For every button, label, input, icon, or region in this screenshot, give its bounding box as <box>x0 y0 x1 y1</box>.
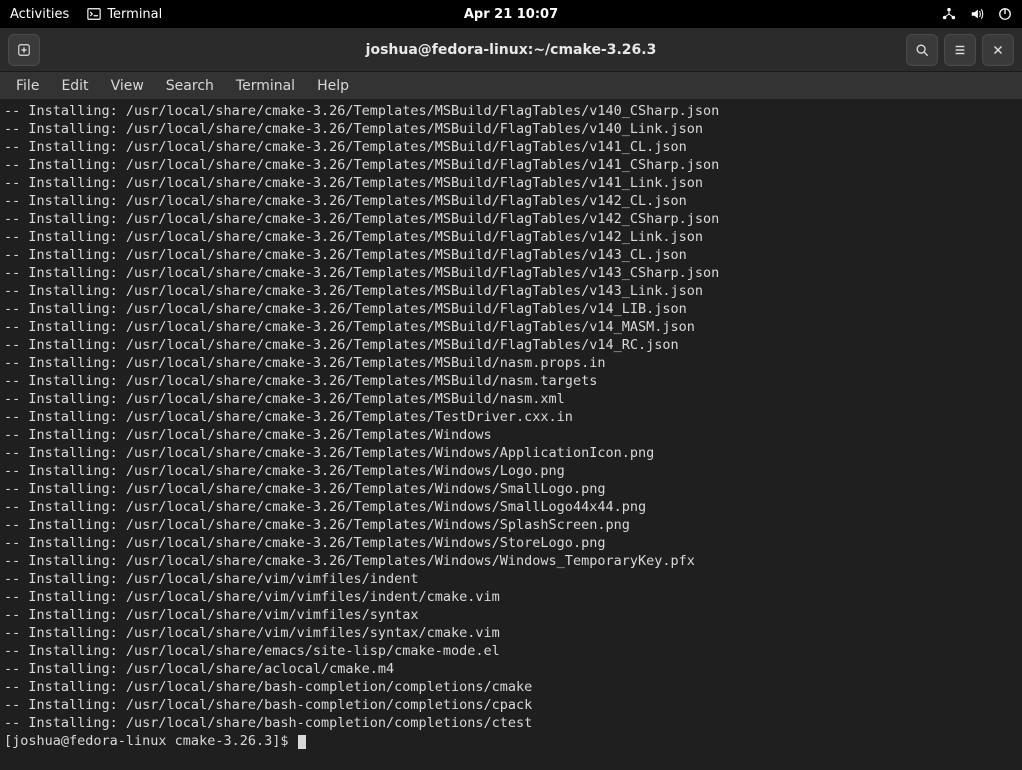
terminal-output-line: -- Installing: /usr/local/share/cmake-3.… <box>4 354 1018 372</box>
terminal-app-icon <box>87 7 101 21</box>
terminal-output-line: -- Installing: /usr/local/share/cmake-3.… <box>4 300 1018 318</box>
close-button[interactable] <box>982 34 1014 66</box>
menu-file[interactable]: File <box>6 74 49 98</box>
terminal-output-line: -- Installing: /usr/local/share/cmake-3.… <box>4 552 1018 570</box>
power-icon[interactable] <box>998 7 1012 21</box>
new-tab-button[interactable] <box>8 34 40 66</box>
terminal-output-line: -- Installing: /usr/local/share/vim/vimf… <box>4 570 1018 588</box>
menu-terminal[interactable]: Terminal <box>226 74 305 98</box>
terminal-output-line: -- Installing: /usr/local/share/cmake-3.… <box>4 246 1018 264</box>
cursor <box>298 735 306 749</box>
terminal-output-line: -- Installing: /usr/local/share/cmake-3.… <box>4 156 1018 174</box>
menubar: File Edit View Search Terminal Help <box>0 72 1022 100</box>
terminal-output-line: -- Installing: /usr/local/share/cmake-3.… <box>4 336 1018 354</box>
terminal-output-line: -- Installing: /usr/local/share/cmake-3.… <box>4 120 1018 138</box>
terminal-output-line: -- Installing: /usr/local/share/bash-com… <box>4 696 1018 714</box>
window-titlebar: joshua@fedora-linux:~/cmake-3.26.3 <box>0 28 1022 72</box>
network-icon[interactable] <box>942 7 956 21</box>
terminal-output-line: -- Installing: /usr/local/share/cmake-3.… <box>4 408 1018 426</box>
app-indicator[interactable]: Terminal <box>87 7 162 22</box>
app-name-label: Terminal <box>107 7 162 22</box>
terminal-window: joshua@fedora-linux:~/cmake-3.26.3 File … <box>0 28 1022 770</box>
terminal-output-line: -- Installing: /usr/local/share/vim/vimf… <box>4 588 1018 606</box>
terminal-output-line: -- Installing: /usr/local/share/cmake-3.… <box>4 516 1018 534</box>
window-title: joshua@fedora-linux:~/cmake-3.26.3 <box>366 42 657 58</box>
terminal-output-line: -- Installing: /usr/local/share/cmake-3.… <box>4 192 1018 210</box>
volume-icon[interactable] <box>970 7 984 21</box>
terminal-output-line: -- Installing: /usr/local/share/cmake-3.… <box>4 174 1018 192</box>
terminal-output-line: -- Installing: /usr/local/share/cmake-3.… <box>4 498 1018 516</box>
terminal-output-line: -- Installing: /usr/local/share/cmake-3.… <box>4 102 1018 120</box>
activities-button[interactable]: Activities <box>10 7 69 22</box>
terminal-output-line: -- Installing: /usr/local/share/cmake-3.… <box>4 444 1018 462</box>
terminal-output-line: -- Installing: /usr/local/share/bash-com… <box>4 714 1018 732</box>
terminal-output-line: -- Installing: /usr/local/share/cmake-3.… <box>4 318 1018 336</box>
menu-search[interactable]: Search <box>156 74 224 98</box>
menu-view[interactable]: View <box>101 74 154 98</box>
terminal-output-line: -- Installing: /usr/local/share/cmake-3.… <box>4 462 1018 480</box>
menu-edit[interactable]: Edit <box>51 74 98 98</box>
terminal-output-line: -- Installing: /usr/local/share/cmake-3.… <box>4 390 1018 408</box>
terminal-output-line: -- Installing: /usr/local/share/cmake-3.… <box>4 282 1018 300</box>
terminal-output-line: -- Installing: /usr/local/share/emacs/si… <box>4 642 1018 660</box>
gnome-topbar: Activities Terminal Apr 21 10:07 <box>0 0 1022 28</box>
terminal-output-line: -- Installing: /usr/local/share/aclocal/… <box>4 660 1018 678</box>
terminal-output-line: -- Installing: /usr/local/share/bash-com… <box>4 678 1018 696</box>
terminal-prompt[interactable]: [joshua@fedora-linux cmake-3.26.3]$ <box>4 732 1018 750</box>
terminal-output-line: -- Installing: /usr/local/share/cmake-3.… <box>4 372 1018 390</box>
terminal-output-line: -- Installing: /usr/local/share/vim/vimf… <box>4 624 1018 642</box>
terminal-output-line: -- Installing: /usr/local/share/cmake-3.… <box>4 480 1018 498</box>
terminal-output-line: -- Installing: /usr/local/share/cmake-3.… <box>4 138 1018 156</box>
terminal-output-line: -- Installing: /usr/local/share/cmake-3.… <box>4 210 1018 228</box>
terminal-output-line: -- Installing: /usr/local/share/cmake-3.… <box>4 264 1018 282</box>
terminal-output-line: -- Installing: /usr/local/share/cmake-3.… <box>4 534 1018 552</box>
menu-help[interactable]: Help <box>307 74 359 98</box>
clock[interactable]: Apr 21 10:07 <box>464 7 558 22</box>
search-button[interactable] <box>906 34 938 66</box>
terminal-content[interactable]: -- Installing: /usr/local/share/cmake-3.… <box>0 100 1022 770</box>
terminal-output-line: -- Installing: /usr/local/share/vim/vimf… <box>4 606 1018 624</box>
terminal-output-line: -- Installing: /usr/local/share/cmake-3.… <box>4 426 1018 444</box>
terminal-output-line: -- Installing: /usr/local/share/cmake-3.… <box>4 228 1018 246</box>
hamburger-menu-button[interactable] <box>944 34 976 66</box>
